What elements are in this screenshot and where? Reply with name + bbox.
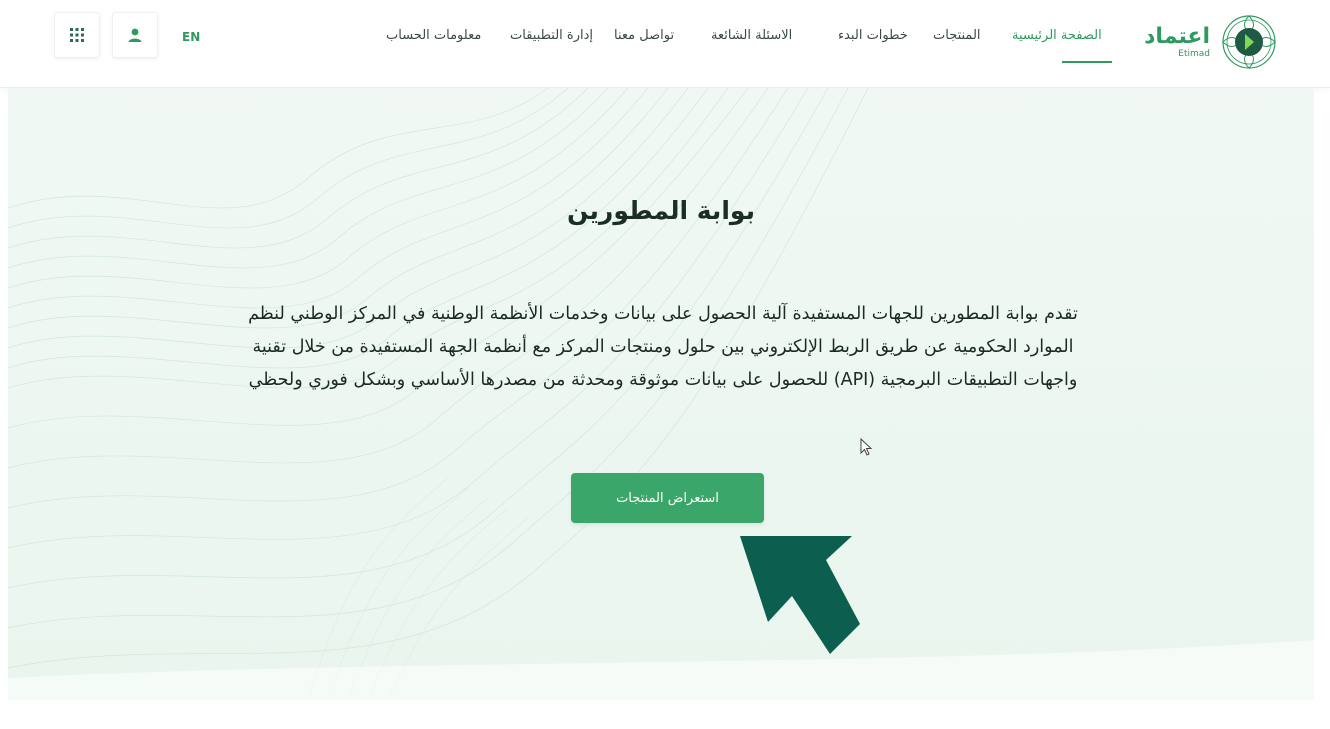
mouse-pointer-icon [860, 438, 873, 456]
top-navigation-bar: اعتماد Etimad الصفحة الرئيسية المنتجات خ… [0, 0, 1330, 88]
hero-description: تقدم بوابة المطورين للجهات المستفيدة آلي… [98, 298, 1228, 397]
nav-item-products[interactable]: المنتجات [933, 28, 981, 43]
apps-grid-icon [70, 28, 84, 42]
hero-description-line: واجهات التطبيقات البرمجية (API) للحصول ع… [248, 370, 1078, 390]
nav-active-indicator [1062, 61, 1112, 63]
browse-products-button[interactable]: استعراض المنتجات [571, 473, 764, 523]
user-account-button[interactable] [112, 12, 158, 58]
logo-english: Etimad [1178, 49, 1210, 59]
nav-item-faq[interactable]: الاسئلة الشائعة [711, 28, 792, 43]
user-icon [128, 28, 142, 42]
hero-description-line: تقدم بوابة المطورين للجهات المستفيدة آلي… [248, 304, 1078, 324]
logo-text: اعتماد Etimad [1144, 24, 1210, 60]
nav-item-contact-us[interactable]: تواصل معنا [614, 28, 674, 43]
nav-item-getting-started[interactable]: خطوات البدء [838, 28, 908, 43]
apps-menu-button[interactable] [54, 12, 100, 58]
etimad-emblem-icon [1222, 15, 1276, 69]
pointing-arrow-icon [740, 536, 860, 654]
etimad-logo[interactable]: اعتماد Etimad [1144, 10, 1278, 74]
nav-item-home[interactable]: الصفحة الرئيسية [1012, 28, 1102, 43]
hero-description-line: الموارد الحكومية عن طريق الربط الإلكترون… [252, 337, 1074, 357]
page-title: بوابة المطورين [567, 196, 755, 225]
nav-item-app-management[interactable]: إدارة التطبيقات [510, 28, 593, 43]
language-toggle[interactable]: EN [182, 30, 200, 44]
nav-item-account-info[interactable]: معلومات الحساب [386, 28, 481, 43]
logo-arabic: اعتماد [1144, 24, 1210, 49]
hero-section: بوابة المطورين تقدم بوابة المطورين للجها… [8, 88, 1314, 700]
